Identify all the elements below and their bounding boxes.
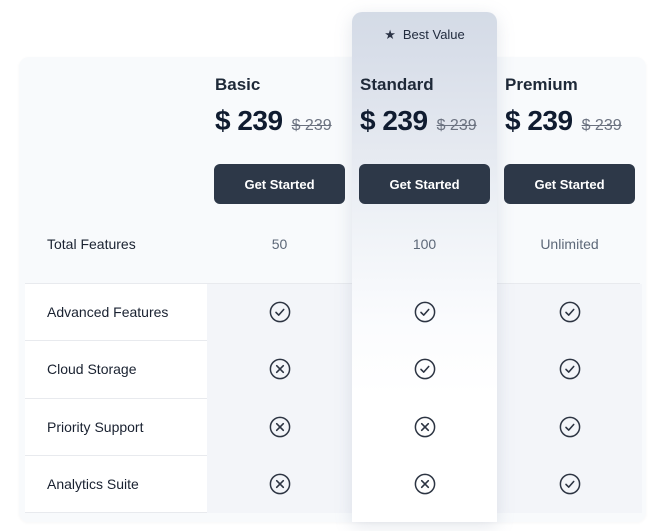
cross-circle-icon bbox=[269, 416, 291, 438]
pricing-page: ★ Best Value Basic $ 239 $ 239 Get Start… bbox=[0, 0, 664, 531]
plan-price: $ 239 bbox=[215, 105, 283, 137]
check-circle-icon bbox=[559, 416, 581, 438]
feature-row: Advanced Features bbox=[25, 283, 640, 341]
feature-label: Priority Support bbox=[47, 419, 143, 435]
cross-circle-icon bbox=[414, 416, 436, 438]
feature-row: Priority Support bbox=[25, 398, 640, 456]
feature-label: Analytics Suite bbox=[47, 476, 139, 492]
plan-name: Standard bbox=[360, 75, 434, 95]
plan-old-price: $ 239 bbox=[582, 117, 622, 135]
plan-name: Premium bbox=[505, 75, 578, 95]
get-started-button-premium[interactable]: Get Started bbox=[504, 164, 635, 204]
plan-price-row: $ 239 $ 239 bbox=[505, 105, 622, 137]
feature-row: Cloud Storage bbox=[25, 341, 640, 399]
plan-price: $ 239 bbox=[505, 105, 573, 137]
get-started-button-standard[interactable]: Get Started bbox=[359, 164, 490, 204]
check-circle-icon bbox=[559, 473, 581, 495]
feature-label: Advanced Features bbox=[47, 304, 168, 320]
plan-price-row: $ 239 $ 239 bbox=[215, 105, 332, 137]
check-circle-icon bbox=[559, 358, 581, 380]
plan-price: $ 239 bbox=[360, 105, 428, 137]
check-circle-icon bbox=[414, 301, 436, 323]
check-circle-icon bbox=[414, 358, 436, 380]
plan-price-row: $ 239 $ 239 bbox=[360, 105, 477, 137]
check-circle-icon bbox=[269, 301, 291, 323]
plan-old-price: $ 239 bbox=[437, 117, 477, 135]
plan-name: Basic bbox=[215, 75, 260, 95]
check-circle-icon bbox=[559, 301, 581, 323]
content-layer: Basic $ 239 $ 239 Get Started Standard $… bbox=[0, 0, 664, 531]
cross-circle-icon bbox=[414, 473, 436, 495]
cross-circle-icon bbox=[269, 473, 291, 495]
plan-old-price: $ 239 bbox=[292, 117, 332, 135]
feature-label: Total Features bbox=[47, 236, 136, 252]
cross-circle-icon bbox=[269, 358, 291, 380]
total-features-value: 100 bbox=[352, 236, 497, 252]
total-features-value: 50 bbox=[207, 236, 352, 252]
total-features-value: Unlimited bbox=[497, 236, 642, 252]
get-started-button-basic[interactable]: Get Started bbox=[214, 164, 345, 204]
feature-rows: Advanced Features Cloud Storage Priority… bbox=[25, 283, 640, 513]
feature-row: Analytics Suite bbox=[25, 456, 640, 514]
feature-label: Cloud Storage bbox=[47, 361, 137, 377]
